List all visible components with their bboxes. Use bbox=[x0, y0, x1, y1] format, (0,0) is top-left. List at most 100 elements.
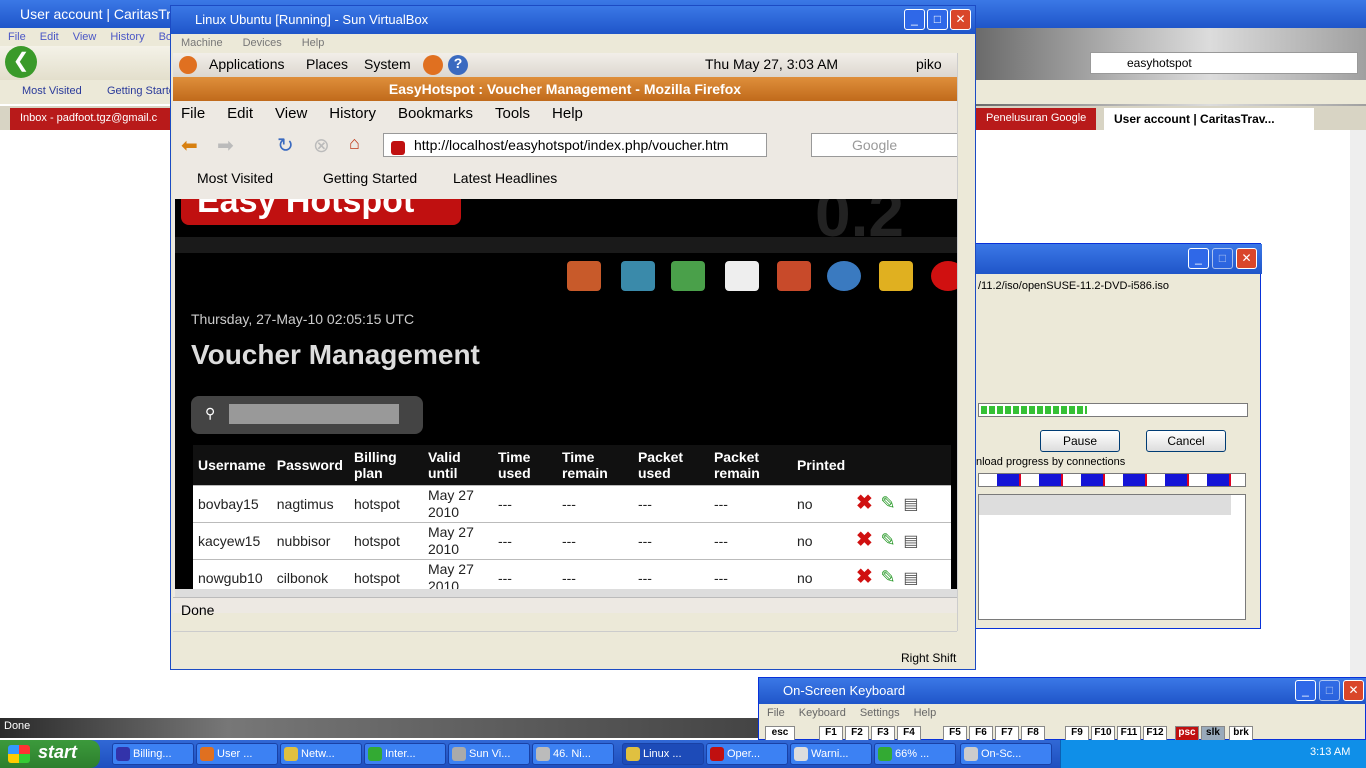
print-icon[interactable]: ▤ bbox=[903, 533, 918, 550]
print-icon[interactable]: ▤ bbox=[903, 570, 918, 587]
pause-button[interactable]: Pause bbox=[1040, 430, 1120, 452]
task-linux[interactable]: Linux ... bbox=[622, 743, 704, 765]
ubuntu-menu-places[interactable]: Places bbox=[306, 56, 348, 72]
users-icon[interactable] bbox=[621, 261, 655, 291]
virtualbox-minimize-button[interactable]: _ bbox=[904, 9, 925, 30]
bookmark-most-visited[interactable]: Most Visited bbox=[197, 170, 273, 186]
guest-firefox-title-bar[interactable]: EasyHotspot : Voucher Management - Mozil… bbox=[173, 77, 957, 101]
ff-menu-file[interactable]: File bbox=[181, 105, 205, 122]
bookmark-latest-headlines[interactable]: Latest Headlines bbox=[453, 170, 557, 186]
key-slk[interactable]: slk bbox=[1201, 726, 1225, 741]
task-billing[interactable]: Billing... bbox=[112, 743, 194, 765]
reload-icon[interactable]: ↻ bbox=[277, 133, 294, 158]
globe-icon[interactable] bbox=[827, 261, 861, 291]
vb-horizontal-scrollbar[interactable] bbox=[173, 631, 957, 647]
ff-menu-history[interactable]: History bbox=[329, 105, 376, 122]
delete-icon[interactable]: ✖ bbox=[856, 492, 873, 514]
edit-icon[interactable]: ✎ bbox=[881, 530, 896, 550]
key-f10[interactable]: F10 bbox=[1091, 726, 1115, 741]
host-tab-google[interactable]: Penelusuran Google bbox=[976, 108, 1096, 130]
host-bookmark-most-visited[interactable]: Most Visited bbox=[22, 85, 82, 97]
key-f2[interactable]: F2 bbox=[845, 726, 869, 741]
ff-menu-edit[interactable]: Edit bbox=[227, 105, 253, 122]
host-menu-history[interactable]: History bbox=[110, 31, 144, 43]
osk-menu-help[interactable]: Help bbox=[914, 707, 937, 719]
col-packet-used[interactable]: Packet used bbox=[632, 445, 709, 486]
osk-title-bar[interactable]: On-Screen Keyboard ✕ □ _ bbox=[759, 678, 1366, 704]
col-packet-remain[interactable]: Packet remain bbox=[708, 445, 792, 486]
key-f4[interactable]: F4 bbox=[897, 726, 921, 741]
key-f3[interactable]: F3 bbox=[871, 726, 895, 741]
easyhotspot-logo[interactable]: Easy Hotspot bbox=[181, 199, 461, 225]
delete-icon[interactable]: ✖ bbox=[856, 529, 873, 551]
task-on-screen-keyboard[interactable]: On-Sc... bbox=[960, 743, 1052, 765]
stop-icon[interactable]: ⊗ bbox=[313, 133, 330, 158]
back-arrow-icon[interactable]: ⬅ bbox=[181, 133, 198, 158]
osk-minimize-button[interactable]: _ bbox=[1295, 680, 1316, 701]
ubuntu-user[interactable]: piko bbox=[916, 56, 942, 72]
key-f9[interactable]: F9 bbox=[1065, 726, 1089, 741]
print-icon[interactable]: ▤ bbox=[903, 496, 918, 513]
ubuntu-menu-applications[interactable]: Applications bbox=[209, 56, 285, 72]
host-vertical-scrollbar[interactable] bbox=[1350, 130, 1366, 720]
logout-icon[interactable] bbox=[931, 261, 957, 291]
osk-menu-settings[interactable]: Settings bbox=[860, 707, 900, 719]
cancel-button[interactable]: Cancel bbox=[1146, 430, 1226, 452]
col-billing-plan[interactable]: Billing plan bbox=[348, 445, 423, 486]
host-menu-file[interactable]: File bbox=[8, 31, 26, 43]
download-connection-list[interactable] bbox=[978, 494, 1246, 620]
host-menu-edit[interactable]: Edit bbox=[40, 31, 59, 43]
ubuntu-menu-system[interactable]: System bbox=[364, 56, 411, 72]
osk-close-button[interactable]: ✕ bbox=[1343, 680, 1364, 701]
key-esc[interactable]: esc bbox=[765, 726, 795, 741]
col-time-used[interactable]: Time used bbox=[492, 445, 557, 486]
host-tab-active[interactable]: User account | CaritasTrav... bbox=[1104, 108, 1314, 130]
back-arrow-icon[interactable]: ❮ bbox=[5, 46, 37, 78]
key-f8[interactable]: F8 bbox=[1021, 726, 1045, 741]
home-icon[interactable]: ⌂ bbox=[349, 133, 360, 154]
download-maximize-button[interactable]: □ bbox=[1212, 248, 1233, 269]
virtualbox-maximize-button[interactable]: □ bbox=[927, 9, 948, 30]
edit-icon[interactable]: ✎ bbox=[881, 567, 896, 587]
ff-menu-view[interactable]: View bbox=[275, 105, 307, 122]
home-icon[interactable] bbox=[567, 261, 601, 291]
page-horizontal-scrollbar[interactable] bbox=[175, 589, 957, 597]
key-brk[interactable]: brk bbox=[1229, 726, 1253, 741]
key-icon[interactable] bbox=[879, 261, 913, 291]
delete-icon[interactable]: ✖ bbox=[856, 566, 873, 588]
key-f6[interactable]: F6 bbox=[969, 726, 993, 741]
host-search-input[interactable]: easyhotspot bbox=[1090, 52, 1358, 74]
col-valid-until[interactable]: Valid until bbox=[422, 445, 493, 486]
vb-vertical-scrollbar[interactable] bbox=[957, 53, 973, 631]
firefox-launcher-icon[interactable] bbox=[423, 55, 443, 75]
osk-maximize-button[interactable]: □ bbox=[1319, 680, 1340, 701]
download-title-bar[interactable]: ✕ □ _ bbox=[976, 244, 1262, 274]
vb-menu-devices[interactable]: Devices bbox=[243, 37, 282, 49]
download-close-button[interactable]: ✕ bbox=[1236, 248, 1257, 269]
billing-icon[interactable] bbox=[777, 261, 811, 291]
forward-arrow-icon[interactable]: ➡ bbox=[217, 133, 234, 158]
ff-menu-bookmarks[interactable]: Bookmarks bbox=[398, 105, 473, 122]
tray-clock[interactable]: 3:13 AM bbox=[1310, 746, 1350, 758]
task-sun-virtualbox[interactable]: Sun Vi... bbox=[448, 743, 530, 765]
key-f1[interactable]: F1 bbox=[819, 726, 843, 741]
virtualbox-close-button[interactable]: ✕ bbox=[950, 9, 971, 30]
task-user-account[interactable]: User ... bbox=[196, 743, 278, 765]
vb-menu-help[interactable]: Help bbox=[302, 37, 325, 49]
osk-menu-file[interactable]: File bbox=[767, 707, 785, 719]
download-minimize-button[interactable]: _ bbox=[1188, 248, 1209, 269]
task-internet[interactable]: Inter... bbox=[364, 743, 446, 765]
host-tab-inbox[interactable]: Inbox - padfoot.tgz@gmail.c bbox=[10, 108, 170, 130]
help-icon[interactable]: ? bbox=[448, 55, 468, 75]
key-psc[interactable]: psc bbox=[1175, 726, 1199, 741]
ff-menu-help[interactable]: Help bbox=[552, 105, 583, 122]
reports-icon[interactable] bbox=[725, 261, 759, 291]
col-password[interactable]: Password bbox=[271, 445, 349, 486]
ubuntu-clock[interactable]: Thu May 27, 3:03 AM bbox=[705, 56, 838, 72]
task-opera[interactable]: Oper... bbox=[706, 743, 788, 765]
osk-menu-keyboard[interactable]: Keyboard bbox=[799, 707, 846, 719]
edit-icon[interactable]: ✎ bbox=[881, 493, 896, 513]
key-f12[interactable]: F12 bbox=[1143, 726, 1167, 741]
voucher-search-input[interactable] bbox=[229, 404, 399, 424]
col-username[interactable]: Username bbox=[193, 445, 272, 486]
